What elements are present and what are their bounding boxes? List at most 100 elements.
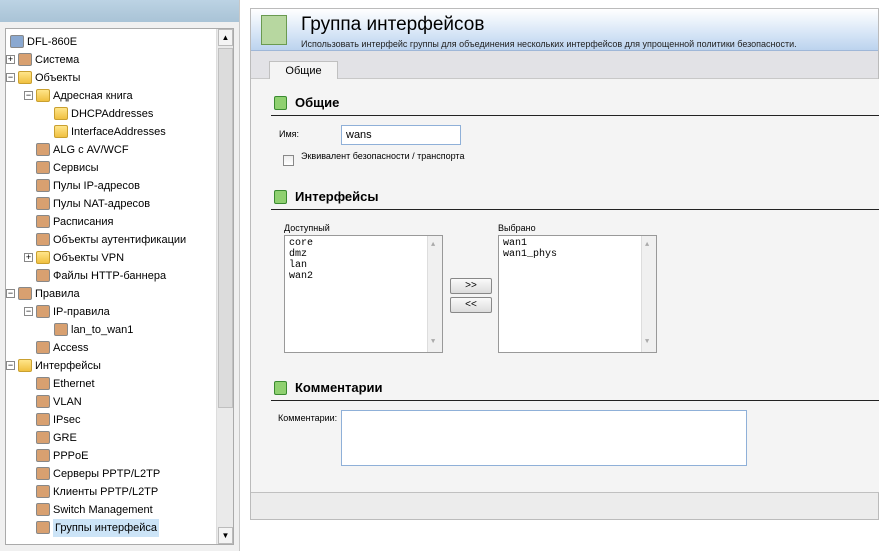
- tree-item[interactable]: Расписания: [6, 213, 216, 231]
- tree-item[interactable]: InterfaceAddresses: [6, 123, 216, 141]
- item-icon: [36, 449, 50, 462]
- selected-list[interactable]: ▲ ▼ wan1 wan1_phys: [498, 235, 657, 353]
- section-icon: [274, 190, 287, 204]
- add-button[interactable]: >>: [450, 278, 492, 294]
- tree-item-label: Клиенты PPTP/L2TP: [53, 486, 159, 498]
- tree-item[interactable]: Файлы HTTP-баннера: [6, 267, 216, 285]
- tree-item[interactable]: Группы интерфейса: [6, 519, 216, 537]
- navigation-panel: DFL-860E + Система − Объекты − Адресная книга D…: [0, 0, 240, 551]
- name-input[interactable]: [341, 125, 461, 145]
- tree-item[interactable]: IPsec: [6, 411, 216, 429]
- item-icon: [18, 53, 32, 66]
- tree-item[interactable]: − Правила: [6, 285, 216, 303]
- tree-item-label: IPsec: [53, 414, 81, 426]
- list-option[interactable]: wan1_phys: [503, 249, 652, 260]
- tree-item-label: Пулы IP-адресов: [53, 180, 140, 192]
- item-icon: [10, 35, 24, 48]
- tree-item[interactable]: Клиенты PPTP/L2TP: [6, 483, 216, 501]
- content-panel: Группа интерфейсов Использовать интерфей…: [250, 8, 879, 520]
- tree-item[interactable]: VLAN: [6, 393, 216, 411]
- tab-general[interactable]: Общие: [269, 61, 338, 80]
- selected-label: Выбрано: [498, 223, 536, 233]
- tree-item[interactable]: − Интерфейсы: [6, 357, 216, 375]
- tree-item-label: GRE: [53, 432, 77, 444]
- tree-item[interactable]: + Система: [6, 51, 216, 69]
- item-icon: [36, 179, 50, 192]
- tree-item[interactable]: Серверы PPTP/L2TP: [6, 465, 216, 483]
- tree-item-label: PPPoE: [53, 450, 89, 462]
- comments-label: Комментарии:: [278, 413, 338, 423]
- list-scrollbar[interactable]: ▲ ▼: [427, 236, 442, 352]
- item-icon: [36, 467, 50, 480]
- tree-item[interactable]: DFL-860E: [6, 33, 216, 51]
- section-icon: [274, 381, 287, 395]
- collapse-icon[interactable]: −: [24, 91, 33, 100]
- folder-icon: [36, 251, 50, 264]
- tree-item[interactable]: lan_to_wan1: [6, 321, 216, 339]
- tree-item[interactable]: Пулы IP-адресов: [6, 177, 216, 195]
- tree-item[interactable]: ALG с AV/WCF: [6, 141, 216, 159]
- list-option[interactable]: core: [289, 238, 438, 249]
- scroll-down-button[interactable]: ▼: [218, 527, 233, 544]
- tree-item[interactable]: + Объекты VPN: [6, 249, 216, 267]
- tree-item-label: InterfaceAddresses: [71, 126, 166, 138]
- item-icon: [36, 215, 50, 228]
- section-title: Комментарии: [295, 380, 383, 395]
- item-icon: [36, 503, 50, 516]
- tree-item[interactable]: Сервисы: [6, 159, 216, 177]
- page-title: Группа интерфейсов: [301, 14, 485, 35]
- item-icon: [36, 143, 50, 156]
- tree-item-label: Интерфейсы: [35, 360, 101, 372]
- available-list[interactable]: ▲ ▼ core dmz lan wan2: [284, 235, 443, 353]
- item-icon: [54, 323, 68, 336]
- item-icon: [36, 341, 50, 354]
- interface-group-icon: [261, 15, 287, 45]
- tree-item[interactable]: Access: [6, 339, 216, 357]
- remove-button[interactable]: <<: [450, 297, 492, 313]
- tree-item[interactable]: − Объекты: [6, 69, 216, 87]
- page-header: Группа интерфейсов Использовать интерфей…: [251, 9, 878, 51]
- tree-item[interactable]: PPPoE: [6, 447, 216, 465]
- item-icon: [36, 233, 50, 246]
- collapse-icon[interactable]: −: [6, 289, 15, 298]
- tree-item[interactable]: − Адресная книга: [6, 87, 216, 105]
- item-icon: [36, 305, 50, 318]
- item-icon: [18, 287, 32, 300]
- section-comments: Комментарии: [271, 379, 879, 401]
- tree-item[interactable]: Ethernet: [6, 375, 216, 393]
- tree-item-label: Файлы HTTP-баннера: [53, 270, 167, 282]
- tree-item[interactable]: GRE: [6, 429, 216, 447]
- tree-item-label: Система: [35, 54, 80, 66]
- list-scrollbar[interactable]: ▲ ▼: [641, 236, 656, 352]
- form-body: Общие Имя: Эквивалент безопасности / тра…: [251, 79, 879, 493]
- tree-item-label: Пулы NAT-адресов: [53, 198, 151, 210]
- tree-item[interactable]: Switch Management: [6, 501, 216, 519]
- security-equivalent-label: Эквивалент безопасности / транспорта: [301, 151, 465, 161]
- expand-icon[interactable]: +: [24, 253, 33, 262]
- folder-icon: [18, 359, 32, 372]
- list-option[interactable]: wan2: [289, 271, 438, 282]
- folder-icon: [18, 71, 32, 84]
- tree-item-label: ALG с AV/WCF: [53, 144, 129, 156]
- tree-item[interactable]: Объекты аутентификации: [6, 231, 216, 249]
- item-icon: [36, 521, 50, 534]
- collapse-icon[interactable]: −: [24, 307, 33, 316]
- comments-textarea[interactable]: [341, 410, 747, 466]
- scroll-thumb[interactable]: [218, 48, 233, 408]
- tree-scrollbar[interactable]: ▲ ▼: [216, 29, 233, 544]
- collapse-icon[interactable]: −: [6, 361, 15, 370]
- tree-item-label: Ethernet: [53, 378, 95, 390]
- tree-item-label: Объекты аутентификации: [53, 234, 187, 246]
- security-equivalent-checkbox[interactable]: [283, 155, 294, 166]
- nav-header-bar: [0, 0, 239, 22]
- tree-item-label: DFL-860E: [27, 36, 78, 48]
- list-option[interactable]: wan1: [503, 238, 652, 249]
- list-option[interactable]: dmz: [289, 249, 438, 260]
- collapse-icon[interactable]: −: [6, 73, 15, 82]
- tree-item[interactable]: Пулы NAT-адресов: [6, 195, 216, 213]
- expand-icon[interactable]: +: [6, 55, 15, 64]
- tree-item[interactable]: DHCPAddresses: [6, 105, 216, 123]
- list-option[interactable]: lan: [289, 260, 438, 271]
- scroll-up-button[interactable]: ▲: [218, 29, 233, 46]
- tree-item[interactable]: − IP-правила: [6, 303, 216, 321]
